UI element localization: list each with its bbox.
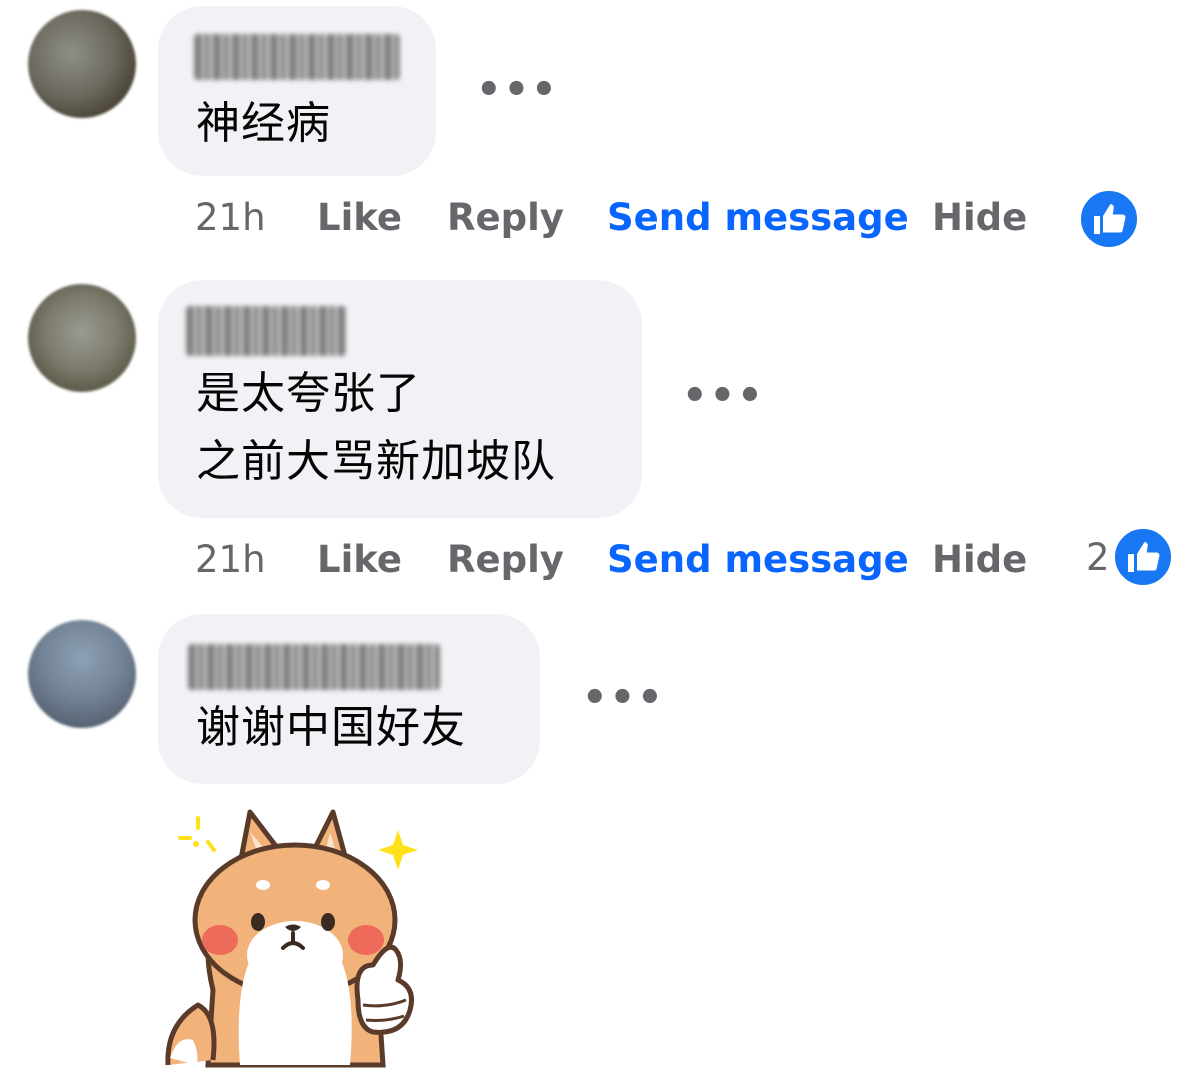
more-options-icon[interactable]: ••• xyxy=(682,376,765,416)
comment-actions: 21h Like Reply Send message Hide xyxy=(195,196,1155,256)
comment-bubble: 神经病 xyxy=(158,6,436,176)
reaction-summary[interactable]: 2 xyxy=(1086,526,1174,588)
sparkle-icon xyxy=(378,830,418,870)
comment-text: 谢谢中国好友 xyxy=(196,702,466,753)
comment-timestamp[interactable]: 21h xyxy=(195,538,266,581)
reply-button[interactable]: Reply xyxy=(447,538,564,581)
like-button[interactable]: Like xyxy=(317,196,402,239)
comment-bubble: 是太夸张了 之前大骂新加坡队 xyxy=(158,280,642,518)
reaction-summary[interactable] xyxy=(1078,188,1140,250)
send-message-button[interactable]: Send message xyxy=(607,196,909,239)
avatar[interactable] xyxy=(28,284,136,392)
hide-button[interactable]: Hide xyxy=(932,196,1027,239)
comment-bubble: 谢谢中国好友 xyxy=(158,614,540,784)
thumbs-up-icon xyxy=(1111,526,1174,588)
shiba-dog-thumbs-up-sticker[interactable] xyxy=(158,800,428,1070)
send-message-button[interactable]: Send message xyxy=(607,538,909,581)
like-button[interactable]: Like xyxy=(317,538,402,581)
hide-button[interactable]: Hide xyxy=(932,538,1027,581)
reply-button[interactable]: Reply xyxy=(447,196,564,239)
comment-text: 是太夸张了 之前大骂新加坡队 xyxy=(196,368,556,487)
author-name[interactable] xyxy=(186,306,346,356)
author-name[interactable] xyxy=(188,644,440,690)
comment-actions: 21h Like Reply Send message Hide xyxy=(195,538,1155,598)
comment-timestamp[interactable]: 21h xyxy=(195,196,266,239)
comment-text: 神经病 xyxy=(196,98,331,149)
avatar[interactable] xyxy=(28,10,136,118)
more-options-icon[interactable]: ••• xyxy=(476,70,559,110)
avatar[interactable] xyxy=(28,620,136,728)
more-options-icon[interactable]: ••• xyxy=(582,678,665,718)
thumbs-up-icon xyxy=(1078,188,1140,250)
author-name[interactable] xyxy=(194,34,400,80)
reaction-count: 2 xyxy=(1086,535,1110,579)
